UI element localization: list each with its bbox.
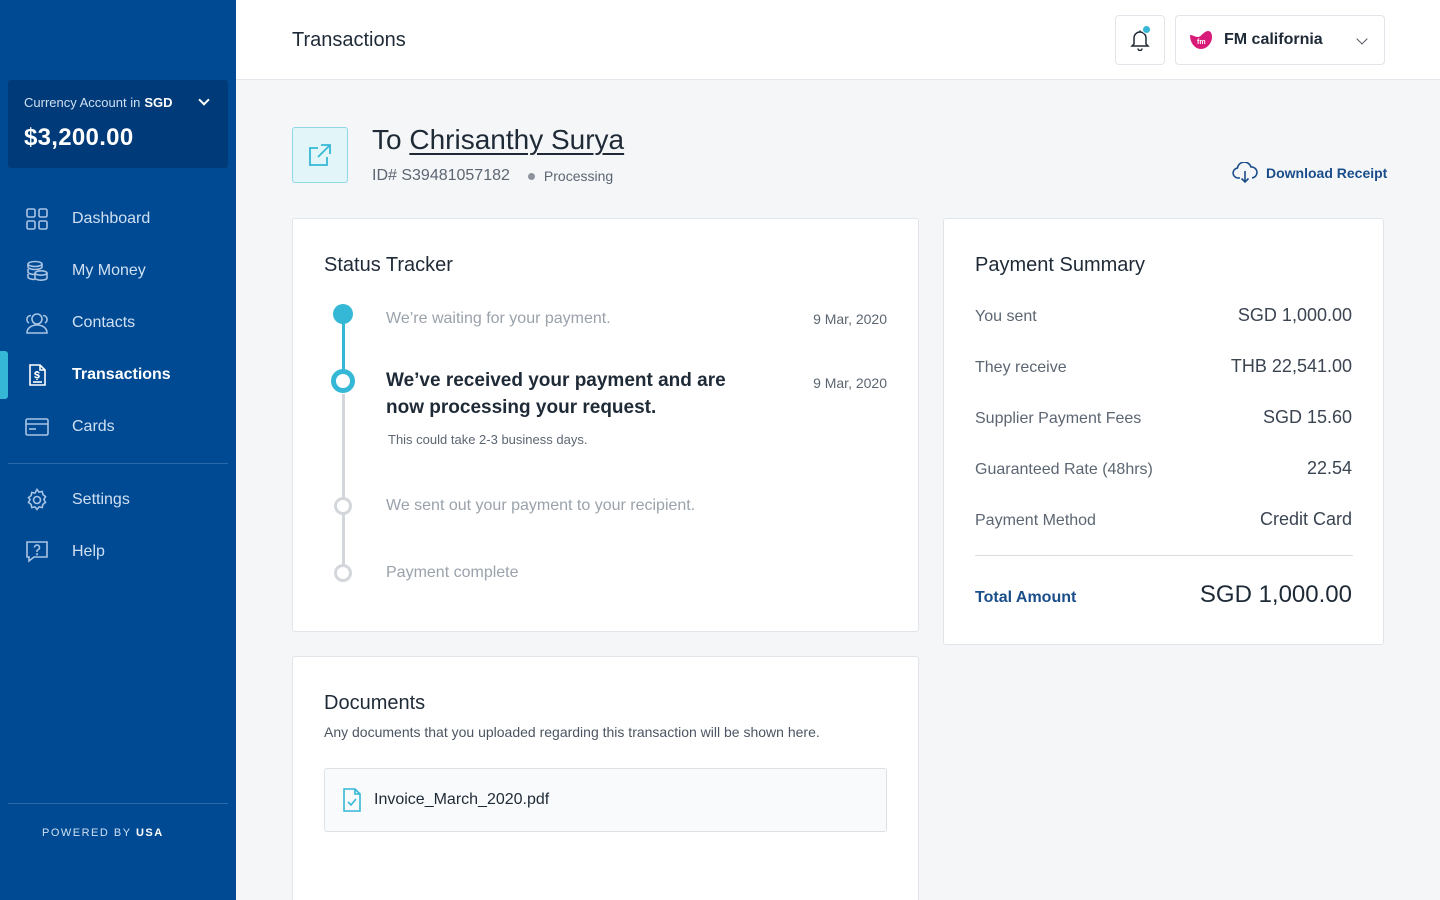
sidebar-item-help[interactable]: Help <box>0 526 236 578</box>
page-title: Transactions <box>292 29 406 51</box>
fm-logo-icon: fm <box>1190 31 1212 49</box>
step-2-date: 9 Mar, 2020 <box>813 375 887 391</box>
summary-row: Payment Method Credit Card <box>975 509 1352 530</box>
sidebar-footer-divider <box>8 803 228 804</box>
sidebar-item-label: Contacts <box>72 314 136 331</box>
document-file-item[interactable]: Invoice_March_2020.pdf <box>324 768 887 832</box>
summary-row: Guaranteed Rate (48hrs) 22.54 <box>975 458 1352 479</box>
transaction-id: ID# S39481057182 <box>372 167 510 184</box>
total-amount-value: SGD 1,000.00 <box>1199 581 1352 608</box>
summary-total-row: Total Amount SGD 1,000.00 <box>975 581 1352 609</box>
chevron-down-icon <box>1356 33 1368 45</box>
organization-name: FM california <box>1224 31 1323 48</box>
svg-text:fm: fm <box>1197 39 1206 46</box>
sidebar-item-label: Dashboard <box>72 210 151 227</box>
powered-by-label: POWERED BY <box>42 827 132 839</box>
step-pending-icon <box>334 497 352 515</box>
transaction-meta: ID# S39481057182 Processing <box>372 167 613 185</box>
sidebar-divider <box>8 463 228 464</box>
external-link-icon <box>292 127 348 183</box>
sidebar-item-dashboard[interactable]: Dashboard <box>0 193 236 245</box>
total-amount-label: Total Amount <box>975 589 1077 606</box>
summary-label: Payment Method <box>975 512 1096 529</box>
documents-title: Documents <box>324 692 426 714</box>
sidebar-item-settings[interactable]: Settings <box>0 474 236 526</box>
transaction-title: To Chrisanthy Surya <box>372 124 624 156</box>
file-check-icon <box>343 788 361 812</box>
download-receipt-label: Download Receipt <box>1266 165 1388 181</box>
step-1-date: 9 Mar, 2020 <box>813 311 887 327</box>
summary-row: Supplier Payment Fees SGD 15.60 <box>975 407 1352 428</box>
account-label: Currency Account in <box>24 95 141 110</box>
timeline-pending-line <box>342 394 345 572</box>
summary-row: They receive THB 22,541.00 <box>975 356 1352 377</box>
organization-switcher[interactable]: fm FM california <box>1175 15 1385 65</box>
coins-icon <box>24 258 50 284</box>
step-2-text: We’ve received your payment and are now … <box>386 370 726 418</box>
summary-label: Supplier Payment Fees <box>975 410 1142 427</box>
chevron-down-icon <box>198 93 210 106</box>
step-2-subtext: This could take 2-3 business days. <box>388 432 588 447</box>
status-badge: Processing <box>543 168 614 184</box>
summary-row: You sent SGD 1,000.00 <box>975 305 1352 326</box>
summary-value: Credit Card <box>1259 509 1352 529</box>
top-header: Transactions fm FM california <box>236 0 1440 80</box>
powered-by: POWERED BY USA <box>42 827 164 839</box>
recipient-link[interactable]: Chrisanthy Surya <box>409 124 624 155</box>
summary-label: They receive <box>975 359 1067 376</box>
status-tracker-title: Status Tracker <box>324 254 453 276</box>
status-tracker-card: Status Tracker We’re waiting for your pa… <box>292 218 919 632</box>
summary-label: Guaranteed Rate (48hrs) <box>975 461 1153 478</box>
account-selector[interactable]: Currency Account in SGD $3,200.00 <box>8 80 228 168</box>
sidebar-item-transactions[interactable]: Transactions <box>0 349 236 401</box>
sidebar-nav: Dashboard My Money Contacts Transactions… <box>0 193 236 578</box>
help-icon <box>24 539 50 565</box>
step-1-text: We’re waiting for your payment. <box>386 310 611 327</box>
powered-by-brand: USA <box>135 827 164 839</box>
transactions-icon <box>24 362 50 388</box>
step-active-icon <box>331 369 355 393</box>
summary-divider <box>975 555 1353 556</box>
documents-description: Any documents that you uploaded regardin… <box>324 724 820 740</box>
sidebar-item-my-money[interactable]: My Money <box>0 245 236 297</box>
payment-summary-card: Payment Summary You sent SGD 1,000.00 Th… <box>943 218 1384 645</box>
sidebar-item-label: Help <box>72 543 105 560</box>
sidebar-item-label: My Money <box>72 262 146 279</box>
sidebar-item-label: Cards <box>72 418 115 435</box>
document-file-name: Invoice_March_2020.pdf <box>374 791 550 808</box>
account-balance: $3,200.00 <box>24 124 134 151</box>
to-prefix: To <box>372 124 402 155</box>
contacts-icon <box>24 310 50 336</box>
account-currency: SGD <box>144 95 173 110</box>
sidebar: Currency Account in SGD $3,200.00 Dashbo… <box>0 0 236 900</box>
sidebar-item-label: Transactions <box>72 366 171 383</box>
step-3-text: We sent out your payment to your recipie… <box>386 497 696 514</box>
notification-dot <box>1142 25 1151 34</box>
payment-summary-title: Payment Summary <box>975 254 1146 276</box>
sidebar-item-cards[interactable]: Cards <box>0 401 236 453</box>
summary-value: SGD 1,000.00 <box>1237 305 1352 325</box>
summary-value: 22.54 <box>1306 458 1352 478</box>
status-dot <box>527 172 535 180</box>
documents-card: Documents Any documents that you uploade… <box>292 656 919 900</box>
notifications-button[interactable] <box>1115 15 1165 65</box>
download-receipt-button[interactable]: Download Receipt <box>1232 162 1387 184</box>
sidebar-item-label: Settings <box>72 491 130 508</box>
cloud-download-icon <box>1232 162 1258 184</box>
dashboard-icon <box>24 206 50 232</box>
step-pending-icon <box>334 564 352 582</box>
summary-label: You sent <box>975 308 1037 325</box>
summary-value: SGD 15.60 <box>1262 407 1352 427</box>
summary-value: THB 22,541.00 <box>1230 356 1352 376</box>
sidebar-item-contacts[interactable]: Contacts <box>0 297 236 349</box>
card-icon <box>24 414 50 440</box>
step-done-icon <box>333 304 353 324</box>
step-4-text: Payment complete <box>386 564 519 581</box>
gear-icon <box>24 487 50 513</box>
